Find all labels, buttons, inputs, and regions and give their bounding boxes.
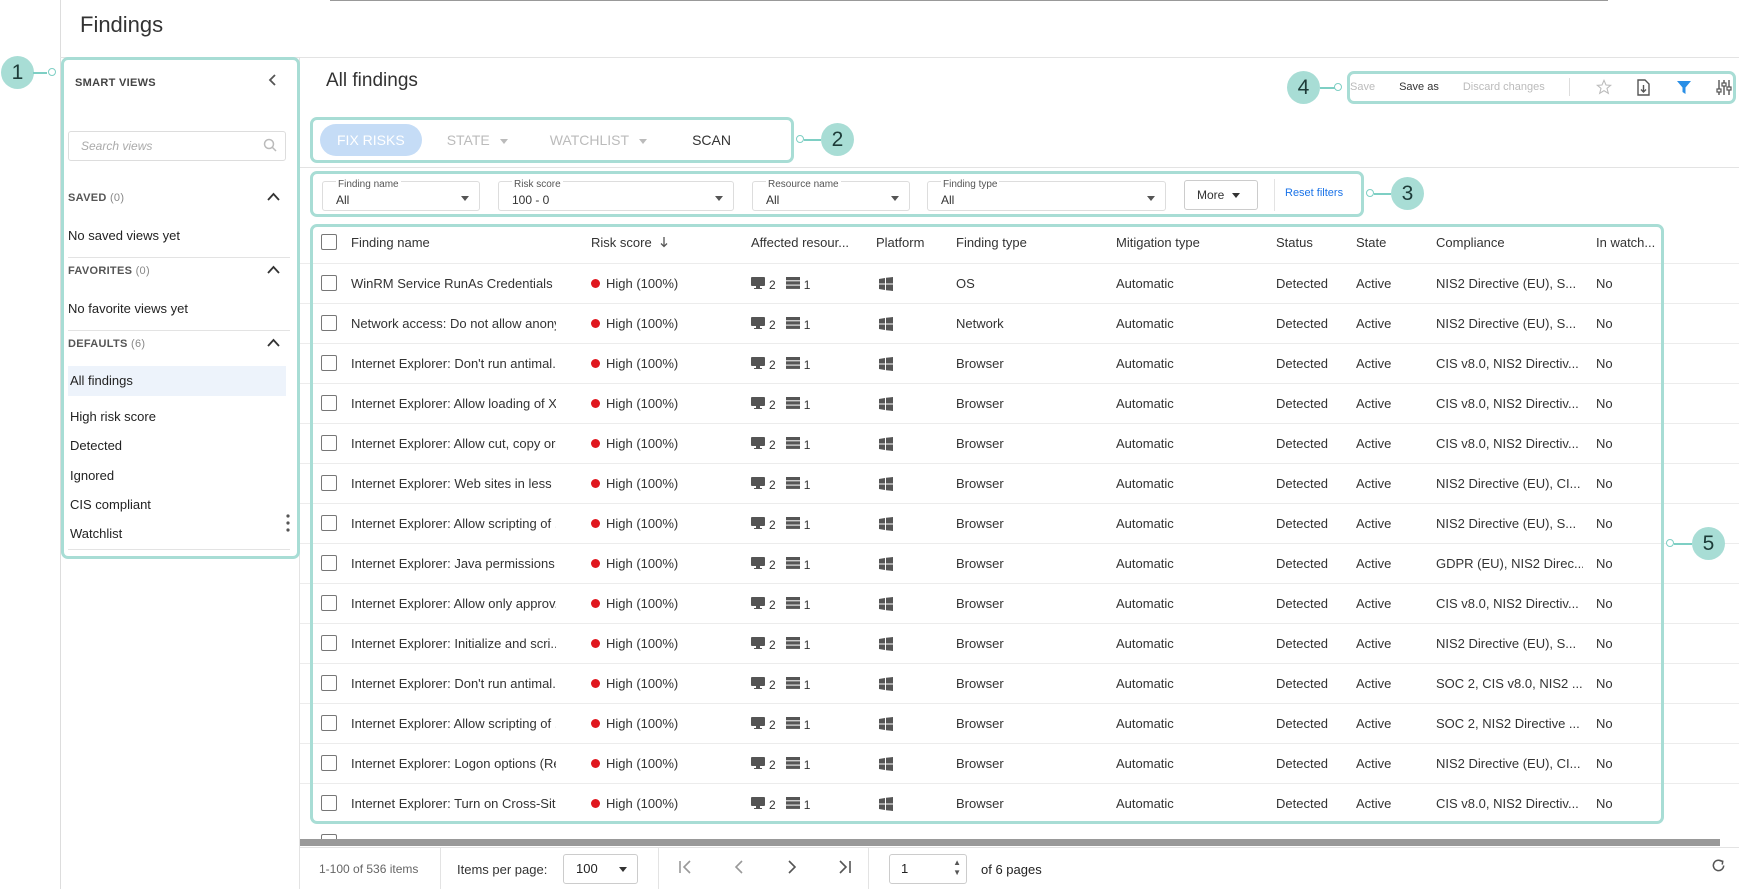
pagination-bar: 1-100 of 536 items Items per page: 100 1… (300, 847, 1739, 889)
callout-connector (33, 72, 47, 74)
highlight-toolbar (1347, 71, 1736, 104)
total-pages: of 6 pages (981, 862, 1042, 877)
callout-connector (1374, 193, 1391, 195)
callout-anchor (48, 68, 56, 76)
callout-anchor (796, 135, 804, 143)
pager-divider (658, 848, 659, 889)
callout-5: 5 (1692, 527, 1725, 560)
page-number-value: 1 (901, 861, 909, 876)
last-page-icon[interactable] (836, 860, 852, 879)
pager-divider (868, 848, 869, 889)
filters-divider (300, 167, 1739, 168)
callout-connector (1674, 543, 1692, 545)
chevron-down-icon (619, 867, 627, 872)
callout-anchor (1666, 539, 1674, 547)
items-per-page-label: Items per page: (457, 862, 548, 877)
view-title: All findings (326, 70, 418, 91)
pager-divider (440, 848, 441, 889)
page-number-input[interactable]: 1 ▲ ▼ (889, 854, 967, 884)
item-range: 1-100 of 536 items (319, 862, 419, 876)
highlight-smart-views (61, 57, 300, 559)
partially-visible-row (300, 831, 1739, 839)
callout-anchor (1334, 83, 1342, 91)
callout-connector (804, 139, 821, 141)
horizontal-scrollbar[interactable] (300, 839, 1720, 846)
previous-page-icon[interactable] (734, 860, 744, 879)
next-page-icon[interactable] (787, 860, 797, 879)
page-stepper-icon[interactable]: ▲ ▼ (953, 858, 961, 878)
callout-3: 3 (1391, 177, 1424, 210)
highlight-filters (310, 171, 1364, 217)
page-title: Findings (80, 12, 164, 37)
highlight-tabs (310, 117, 794, 163)
callout-4: 4 (1287, 71, 1320, 104)
callout-1: 1 (1, 56, 34, 89)
items-per-page-value: 100 (576, 861, 598, 876)
refresh-icon[interactable] (1711, 858, 1726, 878)
items-per-page-select[interactable]: 100 (563, 854, 638, 884)
callout-2: 2 (821, 123, 854, 156)
highlight-table (310, 224, 1664, 824)
header-divider (60, 57, 1739, 58)
callout-connector (1320, 87, 1335, 89)
first-page-icon[interactable] (678, 860, 694, 879)
callout-anchor (1366, 189, 1374, 197)
